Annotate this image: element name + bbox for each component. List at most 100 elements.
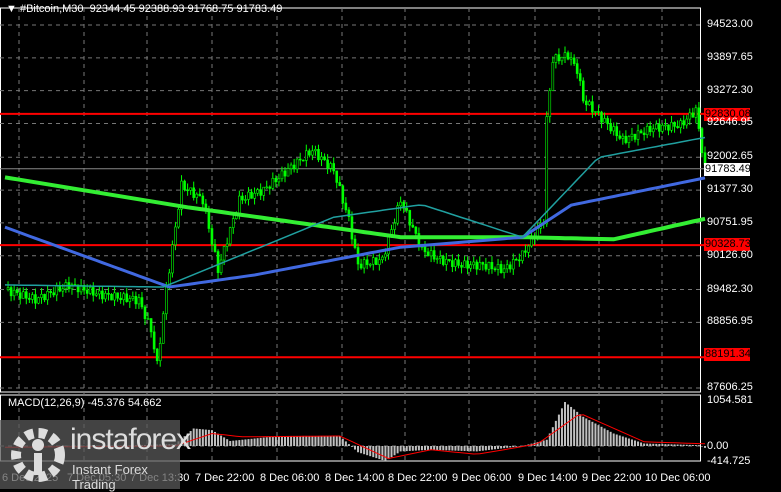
macd-histogram-bar	[369, 446, 371, 456]
candle-body	[546, 117, 548, 224]
macd-histogram-bar	[488, 446, 490, 450]
candle-body	[174, 227, 176, 245]
macd-histogram-bar	[260, 438, 262, 446]
macd-histogram-bar	[211, 430, 213, 446]
macd-histogram-bar	[412, 446, 414, 451]
macd-histogram-bar	[193, 428, 195, 446]
candle-body	[701, 129, 703, 153]
macd-histogram-bar	[628, 438, 630, 446]
candle-body	[667, 125, 669, 130]
candle-body	[34, 295, 36, 304]
candle-body	[515, 259, 517, 260]
macd-histogram-bar	[299, 436, 301, 446]
candle-body	[330, 164, 332, 169]
macd-histogram-bar	[610, 432, 612, 446]
candle-body	[509, 265, 511, 269]
watermark-tagline: Instant Forex Trading	[72, 462, 180, 492]
macd-histogram-bar	[387, 446, 389, 459]
candle-body	[333, 164, 335, 171]
candle-body	[360, 264, 362, 268]
candle-body	[25, 292, 27, 299]
macd-histogram-bar	[439, 446, 441, 450]
macd-histogram-bar	[226, 439, 228, 446]
price-chart[interactable]	[0, 0, 781, 489]
macd-histogram-bar	[223, 437, 225, 446]
macd-histogram-bar	[384, 446, 386, 461]
candle-body	[342, 186, 344, 203]
macd-histogram-bar	[677, 445, 679, 446]
candle-body	[263, 187, 265, 195]
candle-body	[570, 58, 572, 59]
current-price-tag: 91783.49	[704, 163, 750, 176]
macd-histogram-bar	[421, 446, 423, 450]
candle-body	[610, 124, 612, 131]
macd-histogram-bar	[619, 435, 621, 446]
candle-body	[317, 149, 319, 159]
candle-body	[628, 137, 630, 143]
candle-body	[126, 294, 128, 302]
macd-histogram-bar	[646, 444, 648, 446]
candle-body	[375, 258, 377, 265]
macd-histogram-bar	[616, 434, 618, 446]
macd-histogram-bar	[667, 444, 669, 446]
candle-body	[257, 190, 259, 194]
candle-body	[238, 196, 240, 214]
macd-histogram-bar	[217, 434, 219, 446]
candle-body	[689, 113, 691, 119]
macd-histogram-bar	[482, 446, 484, 451]
candle-body	[208, 210, 210, 228]
candle-body	[433, 251, 435, 260]
macd-histogram-bar	[689, 445, 691, 446]
macd-histogram-bar	[430, 446, 432, 450]
candle-body	[177, 209, 179, 227]
macd-axis-zero: 0.00	[707, 440, 728, 452]
candle-body	[287, 169, 289, 176]
candle-body	[567, 53, 569, 60]
candle-body	[296, 159, 298, 169]
macd-histogram-bar	[613, 433, 615, 446]
price-axis-label: 92646.95	[707, 116, 753, 128]
candle-body	[327, 160, 329, 168]
candle-body	[601, 112, 603, 122]
macd-histogram-bar	[220, 436, 222, 446]
candle-body	[95, 294, 97, 295]
time-axis-label: 9 Dec 14:00	[518, 472, 577, 484]
macd-histogram-bar	[579, 414, 581, 446]
macd-histogram-bar	[622, 436, 624, 446]
collapse-triangle-icon[interactable]: ▼	[6, 3, 20, 15]
candle-body	[284, 171, 286, 176]
candle-body	[631, 134, 633, 136]
candle-body	[366, 260, 368, 265]
price-axis-label: 88856.95	[707, 315, 753, 327]
candle-body	[10, 288, 12, 296]
macd-histogram-bar	[263, 438, 265, 446]
macd-histogram-bar	[287, 436, 289, 446]
candle-body	[171, 245, 173, 273]
macd-histogram-bar	[671, 444, 673, 446]
candle-body	[22, 292, 24, 299]
macd-histogram-bar	[296, 436, 298, 446]
macd-histogram-bar	[330, 436, 332, 446]
macd-histogram-bar	[588, 420, 590, 446]
candle-body	[162, 314, 164, 344]
candle-body	[406, 208, 408, 210]
candle-body	[138, 298, 140, 304]
macd-histogram-bar	[631, 439, 633, 446]
macd-histogram-bar	[324, 436, 326, 446]
candle-body	[616, 127, 618, 136]
candle-body	[476, 262, 478, 269]
candle-body	[299, 159, 301, 160]
macd-histogram-bar	[625, 437, 627, 446]
candle-body	[500, 264, 502, 272]
macd-histogram-bar	[594, 423, 596, 446]
macd-histogram-bar	[275, 436, 277, 446]
macd-histogram-bar	[244, 439, 246, 446]
candle-body	[308, 151, 310, 155]
candle-body	[372, 258, 374, 265]
candle-body	[680, 121, 682, 128]
candle-body	[269, 187, 271, 188]
price-axis-label: 90751.95	[707, 216, 753, 228]
candle-body	[290, 165, 292, 169]
macd-histogram-bar	[308, 436, 310, 446]
macd-histogram-bar	[196, 429, 198, 446]
